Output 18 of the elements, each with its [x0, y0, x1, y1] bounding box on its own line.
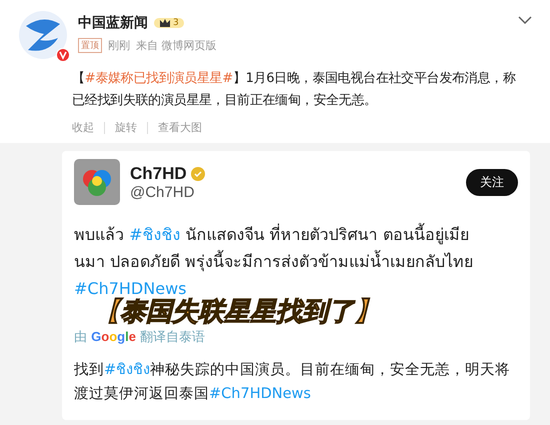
verified-icon: [190, 166, 205, 180]
post-text: 【#泰媒称已找到演员星星#】1月6日晚，泰国电视台在社交平台发布消息，称已经找到失联的演员星星，目前正在缅甸，安全无恙。: [72, 70, 517, 110]
post-time: 刚刚: [108, 38, 130, 53]
follow-button[interactable]: 关注: [466, 168, 518, 196]
logo-avatar[interactable]: [18, 10, 68, 60]
translated-text: 找到#ชิงชิง神秘失踪的中国演员。目前在缅甸，安全无恙，明天将渡过莫伊河返回泰国#Ch7HDNews: [74, 360, 512, 404]
author-name[interactable]: 中国蓝新闻: [78, 14, 148, 32]
chevron-down-icon[interactable]: [518, 16, 532, 24]
channel-handle: @Ch7HD: [130, 184, 196, 200]
channel-logo: [74, 159, 120, 205]
thai-post-text: พบแล้ว #ชิงชิง นักแสดงจีน ที่หายตัวปริศนา ตอนนี้อยู่เมียนมา ปลอดภัยดี พรุ่งนี้จะมีการส่งตัวข้ามแม่น้ำเมยกลับไทย #Ch7HDNews: [74, 222, 474, 298]
post-source: 来自 微博网页版: [136, 38, 216, 53]
translation-note: 由 Google 翻译自泰语: [74, 328, 206, 346]
video-caption: 【泰国失联星星找到了】: [94, 296, 380, 329]
post-tag: 置顶: [78, 38, 102, 53]
channel-name[interactable]: Ch7HD: [130, 164, 187, 184]
crown-level-badge: 3: [154, 18, 184, 28]
verified-icon: [56, 48, 70, 62]
